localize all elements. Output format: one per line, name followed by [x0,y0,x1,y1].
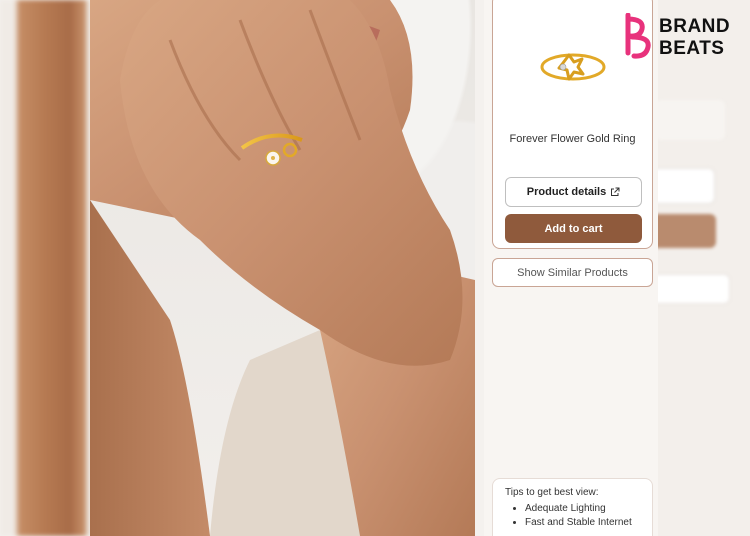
camera-view [90,0,475,536]
brand-name-line2: BEATS [659,38,725,59]
brand-name: BRAND BEATS [659,16,730,60]
product-name: Forever Flower Gold Ring [509,133,636,145]
tips-list: Adequate Lighting Fast and Stable Intern… [505,503,640,528]
brand-beats-logo-icon [625,12,651,59]
blurred-background-right [650,0,750,536]
tips-title: Tips to get best view: [505,487,599,498]
tip-item: Fast and Stable Internet [525,517,640,528]
product-panel: Forever Flower Gold Ring Product details… [484,0,658,536]
blurred-background-left [0,0,90,536]
tips-box: Tips to get best view: Adequate Lighting… [492,478,653,536]
product-details-label: Product details [526,186,607,198]
product-details-button[interactable]: Product details [505,177,642,207]
brand-name-line1: BRAND [659,16,731,37]
show-similar-products-button[interactable]: Show Similar Products [492,258,653,287]
try-on-screen: Forever Flower Gold Ring Product details… [0,0,750,536]
hand-with-ring-image [90,0,475,536]
tip-item: Adequate Lighting [525,503,640,514]
external-link-icon [611,187,620,196]
add-to-cart-button[interactable]: Add to cart [505,214,642,243]
brand-logo: BRAND BEATS [622,12,742,65]
product-image [540,53,606,81]
